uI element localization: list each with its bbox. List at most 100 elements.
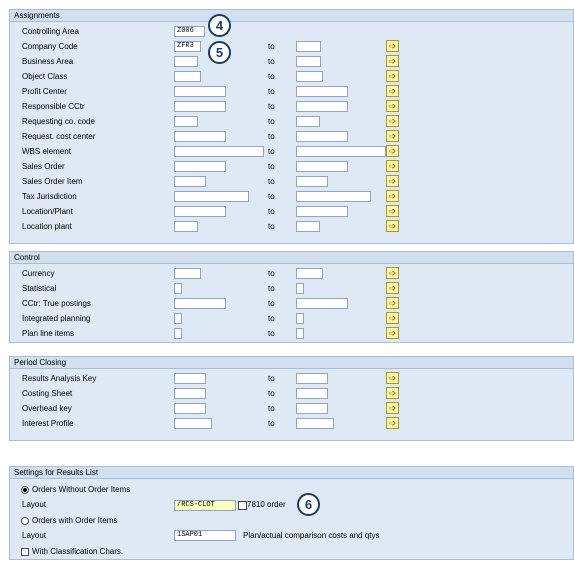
tax-jurisdiction-to-field[interactable] <box>296 191 371 202</box>
copy-icon[interactable] <box>238 501 247 510</box>
costing-sheet-to-field[interactable] <box>296 388 328 399</box>
multiple-selection-arrow-icon[interactable]: ➩ <box>386 267 399 279</box>
requesting-co-code-to-label: to <box>268 117 275 126</box>
criteria-row-statistical: Statistical to ➩ <box>10 282 573 296</box>
location-plant-to-label: to <box>268 207 275 216</box>
wbs-element-from-field[interactable] <box>174 146 264 157</box>
multiple-selection-arrow-icon[interactable]: ➩ <box>386 160 399 172</box>
sales-order-to-field[interactable] <box>296 161 348 172</box>
integrated-planning-to-field[interactable] <box>296 313 304 324</box>
requesting-co-code-to-field[interactable] <box>296 116 320 127</box>
multiple-selection-arrow-icon[interactable]: ➩ <box>386 175 399 187</box>
multiple-selection-arrow-icon[interactable]: ➩ <box>386 297 399 309</box>
multiple-selection-arrow-icon[interactable]: ➩ <box>386 402 399 414</box>
location-plant-from-field[interactable] <box>174 221 198 232</box>
business-area-to-field[interactable] <box>296 56 321 67</box>
multiple-selection-arrow-icon[interactable]: ➩ <box>386 282 399 294</box>
multiple-selection-arrow-icon[interactable]: ➩ <box>386 100 399 112</box>
multiple-selection-arrow-icon[interactable]: ➩ <box>386 387 399 399</box>
overhead-key-from-field[interactable] <box>174 403 206 414</box>
multiple-selection-arrow-icon[interactable]: ➩ <box>386 85 399 97</box>
multiple-selection-arrow-icon[interactable]: ➩ <box>386 130 399 142</box>
period-closing-group: Period Closing Results Analysis Key to ➩ Co… <box>9 356 574 441</box>
tax-jurisdiction-to-label: to <box>268 192 275 201</box>
period-closing-title: Period Closing <box>10 357 573 369</box>
multiple-selection-arrow-icon[interactable]: ➩ <box>386 327 399 339</box>
multiple-selection-arrow-icon[interactable]: ➩ <box>386 115 399 127</box>
tax-jurisdiction-label: Tax Jurisdiction <box>22 192 77 201</box>
multiple-selection-arrow-icon[interactable]: ➩ <box>386 70 399 82</box>
interest-profile-from-field[interactable] <box>174 418 212 429</box>
layout1-field[interactable]: /RCS-CLOT <box>174 500 236 511</box>
criteria-row-sales-order-item: Sales Order Item to ➩ <box>10 175 573 189</box>
business-area-from-field[interactable] <box>174 56 198 67</box>
sales-order-label: Sales Order <box>22 162 65 171</box>
multiple-selection-arrow-icon[interactable]: ➩ <box>386 40 399 52</box>
orders-without-items-radio[interactable] <box>21 486 29 494</box>
criteria-row-controlling-area: Controlling Area Z006 <box>10 26 573 39</box>
results-analysis-key-to-field[interactable] <box>296 373 328 384</box>
multiple-selection-arrow-icon[interactable]: ➩ <box>386 190 399 202</box>
plan-line-items-from-field[interactable] <box>174 328 182 339</box>
plan-line-items-to-field[interactable] <box>296 328 304 339</box>
responsible-cctr-to-field[interactable] <box>296 101 348 112</box>
profit-center-from-field[interactable] <box>174 86 226 97</box>
criteria-row-request-cost-center: Request. cost center to ➩ <box>10 130 573 144</box>
profit-center-label: Profit Center <box>22 87 67 96</box>
multiple-selection-arrow-icon[interactable]: ➩ <box>386 205 399 217</box>
sales-order-item-from-field[interactable] <box>174 176 206 187</box>
results-analysis-key-from-field[interactable] <box>174 373 206 384</box>
criteria-row-business-area: Business Area to ➩ <box>10 55 573 69</box>
tax-jurisdiction-from-field[interactable] <box>174 191 249 202</box>
wbs-element-to-field[interactable] <box>296 146 386 157</box>
statistical-from-field[interactable] <box>174 283 182 294</box>
cctr-true-postings-to-field[interactable] <box>296 298 348 309</box>
interest-profile-to-field[interactable] <box>296 418 334 429</box>
location-plant-to-field[interactable] <box>296 206 348 217</box>
currency-from-field[interactable] <box>174 268 201 279</box>
sales-order-to-label: to <box>268 162 275 171</box>
costing-sheet-to-label: to <box>268 389 275 398</box>
multiple-selection-arrow-icon[interactable]: ➩ <box>386 417 399 429</box>
layout2-field[interactable]: 1SAP01 <box>174 530 236 541</box>
sales-order-from-field[interactable] <box>174 161 226 172</box>
company-code-from-field[interactable]: ZFR3 <box>174 41 201 52</box>
request-cost-center-from-field[interactable] <box>174 131 226 142</box>
costing-sheet-from-field[interactable] <box>174 388 206 399</box>
multiple-selection-arrow-icon[interactable]: ➩ <box>386 55 399 67</box>
company-code-to-field[interactable] <box>296 41 321 52</box>
plan-line-items-label: Plan line items <box>22 329 75 338</box>
overhead-key-to-field[interactable] <box>296 403 328 414</box>
sales-order-item-label: Sales Order Item <box>22 177 83 186</box>
multiple-selection-arrow-icon[interactable]: ➩ <box>386 312 399 324</box>
location-plant-from-field[interactable] <box>174 206 226 217</box>
multiple-selection-arrow-icon[interactable]: ➩ <box>386 372 399 384</box>
classification-checkbox[interactable] <box>21 548 29 556</box>
interest-profile-label: Interest Profile <box>22 419 74 428</box>
controlling-area-from-field[interactable]: Z006 <box>174 26 205 37</box>
layout2-label: Layout <box>22 531 47 540</box>
multiple-selection-arrow-icon[interactable]: ➩ <box>386 145 399 157</box>
requesting-co-code-from-field[interactable] <box>174 116 198 127</box>
integrated-planning-from-field[interactable] <box>174 313 182 324</box>
request-cost-center-to-label: to <box>268 132 275 141</box>
multiple-selection-arrow-icon[interactable]: ➩ <box>386 220 399 232</box>
control-group: Control Currency to ➩ Statistical to ➩ CCtr: T… <box>9 251 574 343</box>
criteria-row-profit-center: Profit Center to ➩ <box>10 85 573 99</box>
layout2-description: Plan/actual comparison costs and qtys <box>243 531 380 540</box>
request-cost-center-to-field[interactable] <box>296 131 348 142</box>
currency-to-field[interactable] <box>296 268 323 279</box>
responsible-cctr-from-field[interactable] <box>174 101 226 112</box>
wbs-element-to-label: to <box>268 147 275 156</box>
statistical-to-field[interactable] <box>296 283 304 294</box>
object-class-from-field[interactable] <box>174 71 201 82</box>
sales-order-item-to-field[interactable] <box>296 176 328 187</box>
object-class-to-field[interactable] <box>296 71 323 82</box>
profit-center-to-field[interactable] <box>296 86 348 97</box>
location-plant-to-field[interactable] <box>296 221 320 232</box>
requesting-co-code-label: Requesting co. code <box>22 117 95 126</box>
control-title: Control <box>10 252 573 264</box>
cctr-true-postings-from-field[interactable] <box>174 298 226 309</box>
criteria-row-interest-profile: Interest Profile to ➩ <box>10 417 573 431</box>
orders-with-items-radio[interactable] <box>21 517 29 525</box>
